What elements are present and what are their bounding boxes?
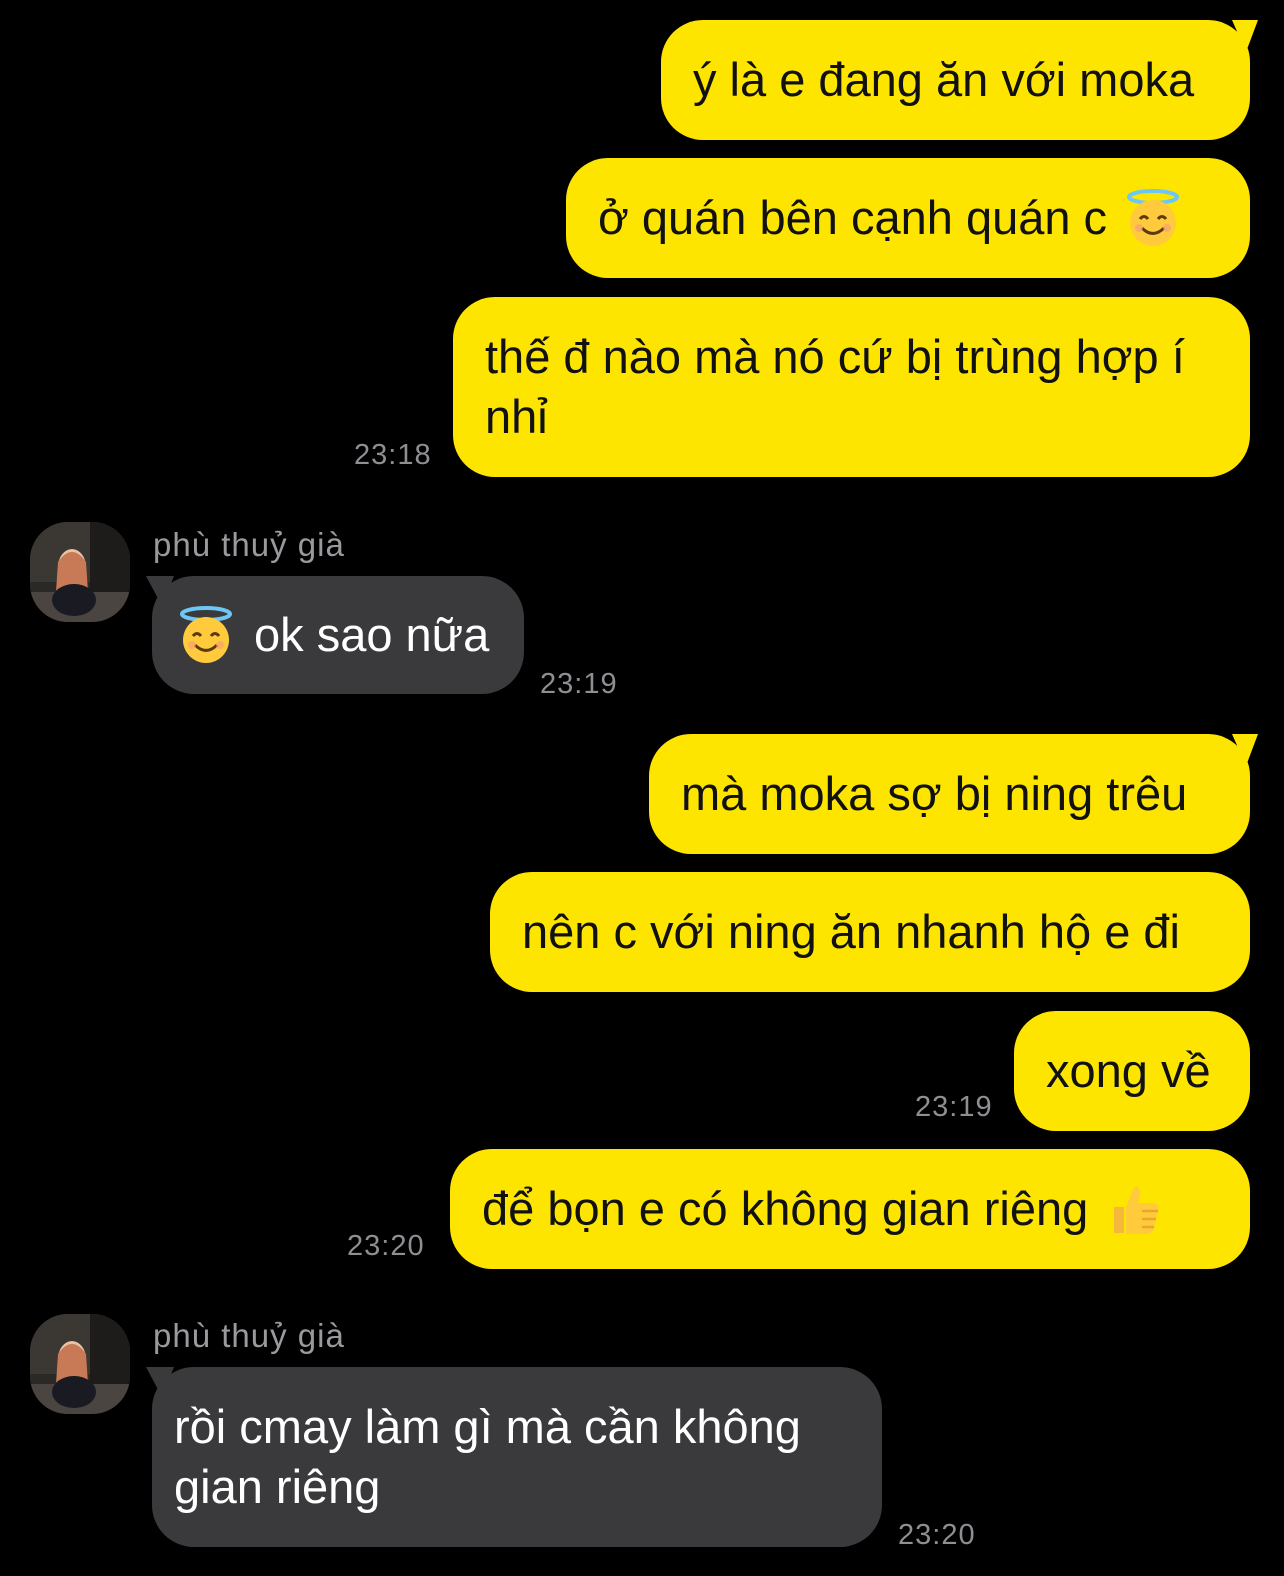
message-text: thế đ nào mà nó cứ bị trùng hợp í nhỉ: [485, 330, 1185, 443]
message-bubble-outgoing[interactable]: thế đ nào mà nó cứ bị trùng hợp í nhỉ: [453, 297, 1250, 477]
avatar[interactable]: [30, 522, 130, 622]
message-bubble-outgoing[interactable]: nên c với ning ăn nhanh hộ e đi: [490, 872, 1250, 992]
smiling-face-with-halo-icon: [176, 605, 236, 665]
message-text: ý là e đang ăn với moka: [693, 53, 1195, 106]
sender-name: phù thuỷ già: [153, 526, 345, 563]
sender-name: phù thuỷ già: [153, 1317, 345, 1354]
message-text: nên c với ning ăn nhanh hộ e đi: [522, 905, 1180, 958]
message-timestamp: 23:19: [540, 668, 618, 700]
message-timestamp: 23:18: [354, 439, 432, 471]
message-bubble-outgoing[interactable]: mà moka sợ bị ning trêu: [649, 734, 1250, 854]
message-bubble-outgoing[interactable]: xong về: [1014, 1011, 1250, 1131]
message-timestamp: 23:20: [347, 1230, 425, 1262]
message-text: mà moka sợ bị ning trêu: [681, 767, 1188, 820]
message-timestamp: 23:20: [898, 1519, 976, 1551]
message-timestamp: 23:19: [915, 1091, 993, 1123]
bubble-tail: [146, 576, 174, 606]
bubble-tail: [1232, 20, 1258, 52]
message-bubble-outgoing[interactable]: ở quán bên cạnh quán c: [566, 158, 1250, 278]
message-bubble-incoming[interactable]: ok sao nữa: [152, 576, 524, 694]
message-text: xong về: [1046, 1044, 1211, 1097]
message-text: rồi cmay làm gì mà cần không gian riêng: [174, 1400, 801, 1513]
bubble-tail: [146, 1367, 174, 1397]
smiling-face-with-halo-icon: [1123, 188, 1183, 248]
message-bubble-outgoing[interactable]: ý là e đang ăn với moka: [661, 20, 1250, 140]
message-text: để bọn e có không gian riêng: [482, 1182, 1089, 1235]
bubble-tail: [1232, 734, 1258, 766]
message-bubble-incoming[interactable]: rồi cmay làm gì mà cần không gian riêng: [152, 1367, 882, 1547]
avatar[interactable]: [30, 1314, 130, 1414]
message-bubble-outgoing[interactable]: để bọn e có không gian riêng: [450, 1149, 1250, 1269]
thumbs-up-icon: [1104, 1179, 1164, 1239]
message-text: ok sao nữa: [254, 608, 490, 661]
message-text: ở quán bên cạnh quán c: [598, 191, 1108, 244]
